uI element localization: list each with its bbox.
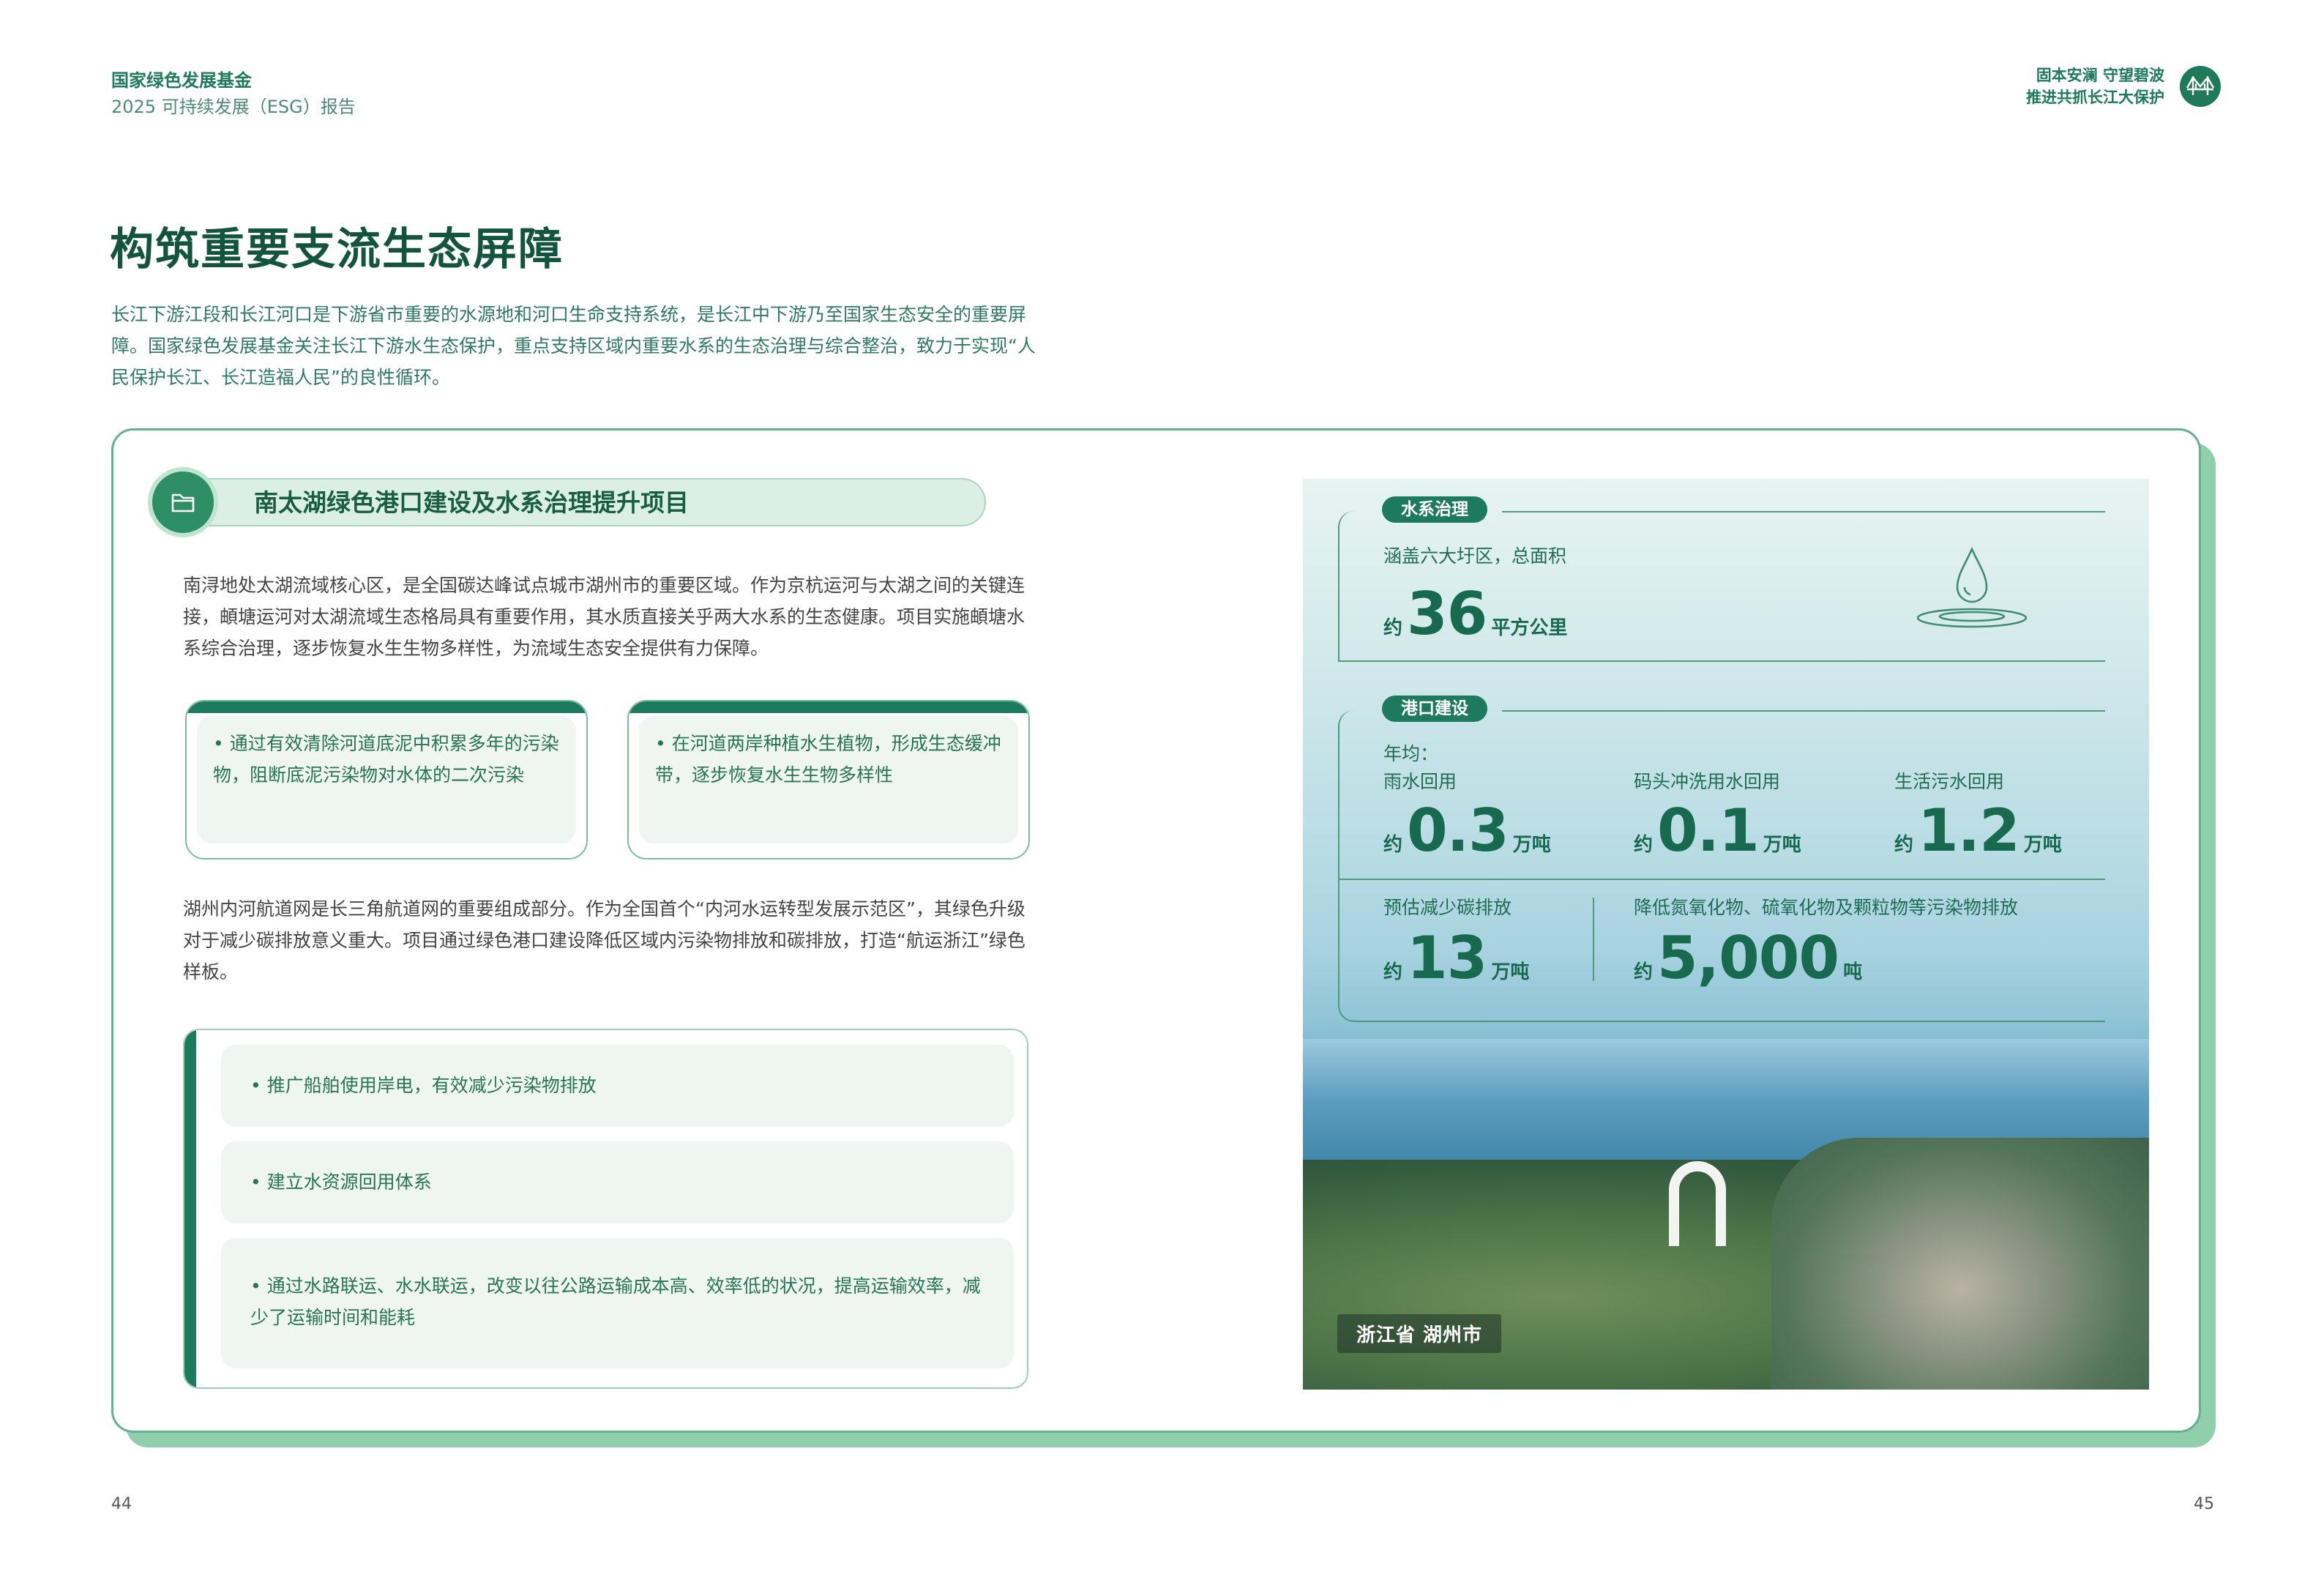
stat-unit: 平方公里 (1491, 617, 1568, 639)
box-topbar (629, 701, 1028, 713)
page-title: 构筑重要支流生态屏障 (110, 224, 564, 275)
stat-prefix: 约 (1383, 834, 1403, 856)
carbon-label: 预估减少碳排放 (1383, 897, 1512, 918)
stats-divider (1338, 879, 2105, 880)
report-name: 2025 可持续发展（ESG）报告 (111, 97, 356, 117)
stat-prefix: 约 (1634, 834, 1654, 856)
photo-location-label: 浙江省 湖州市 (1337, 1314, 1502, 1353)
photo-moon-hotel (1669, 1161, 1726, 1246)
stat-unit: 万吨 (1512, 834, 1551, 856)
water-tag: 水系治理 (1382, 496, 1487, 523)
measure-box-2: • 在河道两岸种植水生植物，形成生态缓冲带，逐步恢复水生生物多样性 (627, 700, 1030, 860)
sewage-label: 生活污水回用 (1894, 771, 2005, 792)
slogan-line-2: 推进共抓长江大保护 (2026, 89, 2164, 106)
pollutant-stat: 约5,000 吨 (1634, 924, 1862, 992)
page-number-left: 44 (111, 1495, 132, 1513)
page-number-right: 45 (2194, 1495, 2214, 1513)
list-item: • 通过水路联运、水水联运，改变以往公路运输成本高、效率低的状况，提高运输效率，… (221, 1238, 1014, 1368)
panel-top-line (1502, 710, 2105, 712)
stat-value: 0.3 (1407, 797, 1509, 865)
water-area-stat: 约36 平方公里 (1383, 580, 1567, 648)
measure-box-1: • 通过有效清除河道底泥中积累多年的污染物，阻断底泥污染物对水体的二次污染 (185, 700, 588, 860)
stat-unit: 万吨 (1491, 961, 1530, 983)
carbon-stat: 约13 万吨 (1383, 924, 1529, 992)
stats-vertical-divider (1593, 898, 1594, 981)
dock-wash-label: 码头冲洗用水回用 (1634, 771, 1781, 792)
stat-value: 36 (1407, 580, 1487, 648)
measure-box-text: • 通过有效清除河道底泥中积累多年的污染物，阻断底泥污染物对水体的二次污染 (197, 716, 576, 843)
dock-wash-stat: 约0.1 万吨 (1634, 797, 1801, 865)
stat-value: 5,000 (1657, 924, 1839, 992)
stat-unit: 万吨 (1763, 834, 1801, 856)
slogan-line-1: 固本安澜 守望碧波 (2036, 67, 2164, 84)
intro-paragraph: 长江下游江段和长江河口是下游省市重要的水源地和河口生命支持系统，是长江中下游乃至… (111, 304, 1036, 388)
stat-unit: 万吨 (2023, 834, 2062, 856)
pollutant-label: 降低氮氧化物、硫氧化物及颗粒物等污染物排放 (1634, 897, 2019, 918)
project-title-pill: 南太湖绿色港口建设及水系治理提升项目 (157, 478, 986, 526)
org-name: 国家绿色发展基金 (111, 70, 252, 91)
stat-unit: 吨 (1843, 961, 1863, 983)
project-title: 南太湖绿色港口建设及水系治理提升项目 (254, 488, 689, 517)
project-paragraph-1: 南浔地处太湖流域核心区，是全国碳达峰试点城市湖州市的重要区域。作为京杭运河与太湖… (183, 575, 1025, 659)
slogan: 固本安澜 守望碧波 推进共抓长江大保护 (2026, 64, 2164, 108)
stat-value: 13 (1407, 924, 1487, 992)
stat-prefix: 约 (1383, 961, 1403, 983)
list-side-bar (184, 1030, 196, 1387)
photo-town (1771, 1138, 2149, 1390)
project-paragraph-2: 湖州内河航道网是长三角航道网的重要组成部分。作为全国首个“内河水运转型发展示范区… (183, 898, 1025, 983)
rainwater-stat: 约0.3 万吨 (1383, 797, 1551, 865)
port-measures-list: • 推广船舶使用岸电，有效减少污染物排放 • 建立水资源回用体系 • 通过水路联… (183, 1029, 1028, 1389)
port-tag: 港口建设 (1382, 696, 1487, 722)
stat-value: 1.2 (1918, 797, 2020, 865)
measure-box-text: • 在河道两岸种植水生植物，形成生态缓冲带，逐步恢复水生生物多样性 (639, 716, 1018, 843)
folder-icon (148, 467, 218, 537)
stat-value: 0.1 (1657, 797, 1760, 865)
water-drop-icon (1913, 543, 2030, 638)
bridge-icon (2180, 66, 2221, 107)
panel-top-line (1502, 511, 2105, 512)
water-label: 涵盖六大圩区，总面积 (1383, 545, 1567, 567)
rainwater-label: 雨水回用 (1383, 771, 1457, 792)
list-item: • 建立水资源回用体系 (221, 1141, 1014, 1223)
box-topbar (187, 701, 586, 713)
report-header: 国家绿色发展基金 2025 可持续发展（ESG）报告 (111, 67, 356, 120)
sewage-stat: 约1.2 万吨 (1894, 797, 2062, 865)
list-item: • 推广船舶使用岸电，有效减少污染物排放 (221, 1045, 1014, 1127)
stat-prefix: 约 (1634, 961, 1654, 983)
stat-prefix: 约 (1894, 834, 1914, 856)
stat-prefix: 约 (1383, 617, 1403, 639)
annual-label: 年均： (1383, 743, 1439, 764)
